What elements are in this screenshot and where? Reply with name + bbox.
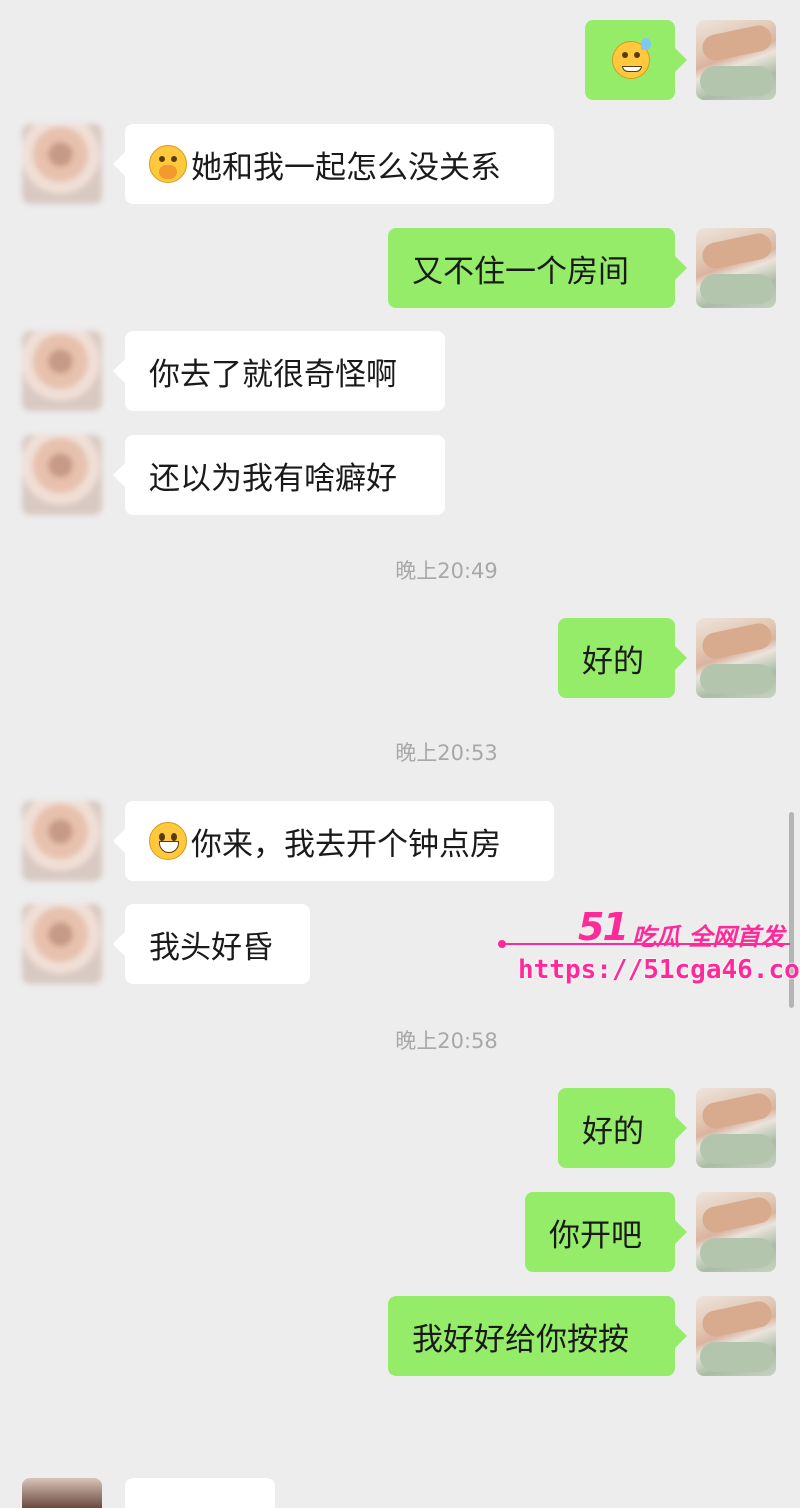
sweat-smile-icon — [612, 38, 651, 79]
message-row-other: 你去了就很奇怪啊 — [0, 331, 800, 411]
watermark-tagline: 吃瓜 全网首发 — [632, 923, 785, 951]
message-row-self: 好的 — [0, 1088, 800, 1168]
hand-over-mouth-icon — [149, 145, 187, 183]
message-row-self: 你开吧 — [0, 1192, 800, 1272]
avatar-self[interactable] — [696, 228, 776, 308]
message-text: 我头好昏 — [149, 929, 273, 966]
message-bubble-self[interactable]: 你开吧 — [525, 1192, 687, 1272]
message-text: 我好好给你按按 — [412, 1321, 629, 1358]
message-bubble-other[interactable] — [125, 1478, 275, 1508]
message-text: 好的 — [582, 1113, 644, 1150]
avatar-self[interactable] — [696, 1192, 776, 1272]
message-text: 好的 — [582, 643, 644, 680]
timestamp: 晚上20:53 — [395, 741, 498, 765]
message-bubble-self[interactable]: 又不住一个房间 — [388, 228, 687, 308]
watermark-url: https://51cga46.com — [518, 955, 800, 985]
message-bubble-other[interactable]: 她和我一起怎么没关系 — [113, 124, 554, 204]
message-bubble-self[interactable] — [585, 20, 687, 100]
avatar-self[interactable] — [696, 1296, 776, 1376]
timestamp: 晚上20:58 — [395, 1029, 498, 1053]
message-bubble-other[interactable]: 我头好昏 — [113, 904, 310, 984]
avatar-other[interactable] — [22, 801, 102, 881]
message-row-other: 还以为我有啥癖好 — [0, 435, 800, 515]
avatar-other[interactable] — [22, 904, 102, 984]
watermark-divider — [498, 940, 790, 948]
chat-area[interactable]: 她和我一起怎么没关系 又不住一个房间 你去了就很奇怪啊 还以为我有啥癖好 晚上2… — [0, 0, 800, 1508]
message-text: 她和我一起怎么没关系 — [191, 149, 501, 186]
message-bubble-self[interactable]: 好的 — [558, 618, 687, 698]
message-row-self: 又不住一个房间 — [0, 228, 800, 308]
avatar-self[interactable] — [696, 1088, 776, 1168]
message-text: 你开吧 — [549, 1217, 642, 1254]
avatar-self[interactable] — [696, 20, 776, 100]
message-bubble-other[interactable]: 你去了就很奇怪啊 — [113, 331, 445, 411]
message-text: 还以为我有啥癖好 — [149, 460, 397, 497]
avatar-other[interactable] — [22, 124, 102, 204]
message-row-self: 好的 — [0, 618, 800, 698]
avatar-other[interactable] — [22, 435, 102, 515]
message-text: 你来，我去开个钟点房 — [191, 826, 501, 863]
message-bubble-self[interactable]: 好的 — [558, 1088, 687, 1168]
grin-icon — [149, 822, 187, 860]
message-text: 又不住一个房间 — [412, 253, 629, 290]
message-row-self: 我好好给你按按 — [0, 1296, 800, 1376]
watermark: 51 吃瓜 全网首发 https://51cga46.com — [498, 905, 800, 995]
message-text: 你去了就很奇怪啊 — [149, 356, 397, 393]
message-bubble-other[interactable]: 你来，我去开个钟点房 — [113, 801, 554, 881]
timestamp: 晚上20:49 — [395, 559, 498, 583]
avatar-self[interactable] — [696, 618, 776, 698]
message-bubble-other[interactable]: 还以为我有啥癖好 — [113, 435, 445, 515]
avatar-other[interactable] — [22, 1478, 102, 1508]
message-bubble-self[interactable]: 我好好给你按按 — [388, 1296, 687, 1376]
message-row-self — [0, 20, 800, 100]
avatar-other[interactable] — [22, 331, 102, 411]
message-row-other: 你来，我去开个钟点房 — [0, 801, 800, 881]
message-row-other: 她和我一起怎么没关系 — [0, 124, 800, 204]
